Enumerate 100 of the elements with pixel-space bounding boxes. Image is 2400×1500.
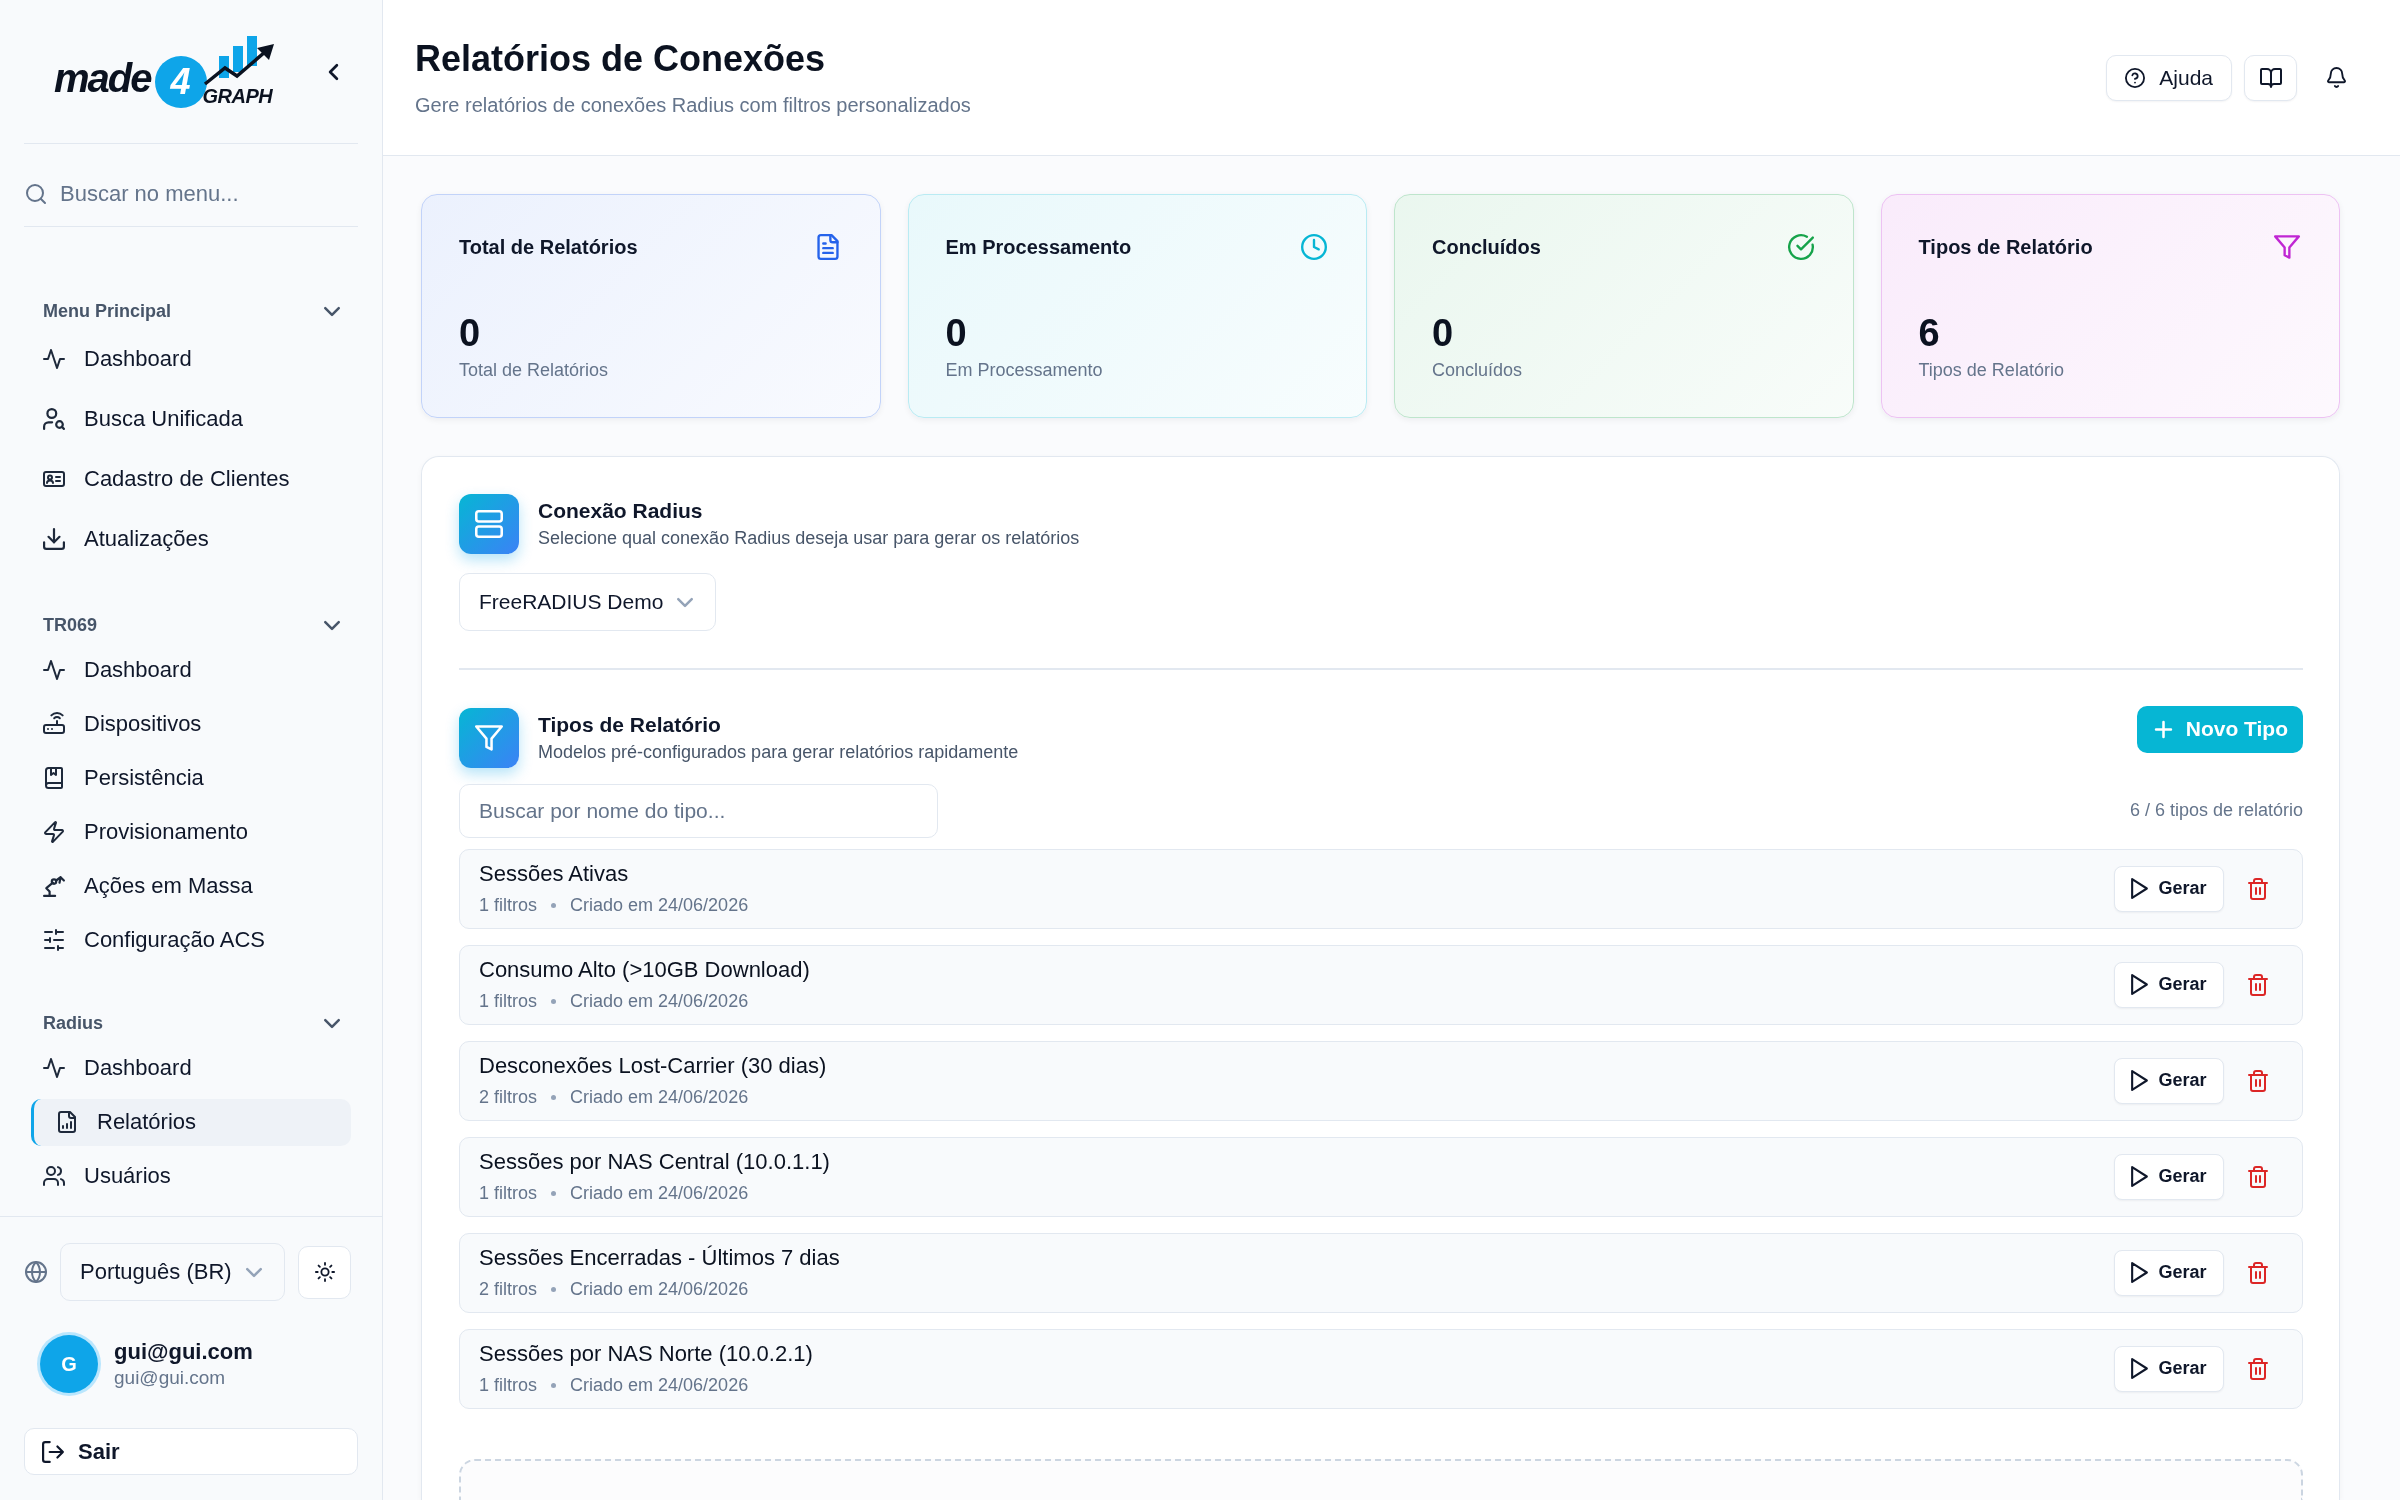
stat-caption: Concluídos: [1432, 359, 1524, 382]
menu-item[interactable]: Cadastro de Clientes: [31, 455, 351, 503]
menu-item[interactable]: Relatórios: [31, 1098, 351, 1146]
sun-icon: [314, 1262, 335, 1282]
filter-count: 2 filtros: [479, 1278, 538, 1301]
page-title: Relatórios de Conexões: [415, 36, 827, 81]
filter-count: 1 filtros: [479, 1374, 538, 1397]
section-subtitle: Modelos pré-configurados para gerar relatórios rapidamente: [538, 740, 1019, 764]
download-icon: [43, 528, 65, 550]
plus-icon: [2154, 720, 2172, 738]
menu-item[interactable]: Dashboard: [31, 335, 351, 383]
section-title: Tipos de Relatório: [538, 711, 722, 738]
user-search-icon: [43, 408, 65, 430]
play-icon: [2131, 1262, 2149, 1283]
generate-button[interactable]: Gerar: [2114, 865, 2224, 912]
menu-item[interactable]: Dispositivos: [31, 700, 351, 748]
generate-button[interactable]: Gerar: [2114, 1345, 2224, 1392]
play-icon: [2131, 1166, 2149, 1187]
lightning-icon: [43, 821, 65, 843]
menu-group-header[interactable]: Radius: [24, 1005, 358, 1041]
stat-value: 0: [1432, 311, 1455, 355]
type-search-field[interactable]: Buscar por nome do tipo...: [459, 783, 938, 838]
router-icon: [43, 713, 65, 735]
user-name: gui@gui.com: [114, 1338, 253, 1366]
trash-icon: [2248, 877, 2268, 900]
language-select[interactable]: Português (BR): [60, 1243, 285, 1301]
menu-group-header[interactable]: TR069: [24, 607, 358, 643]
help-icon: [2125, 67, 2146, 88]
stat-value: 0: [459, 311, 482, 355]
logout-icon: [42, 1440, 64, 1463]
delete-button[interactable]: [2248, 877, 2268, 900]
trash-icon: [2248, 1069, 2268, 1092]
menu-item[interactable]: Configuração ACS: [31, 916, 351, 964]
stat-value: 0: [945, 311, 968, 355]
stat-title: Em Processamento: [945, 235, 1132, 260]
play-icon: [2131, 974, 2149, 995]
stat-title: Tipos de Relatório: [1918, 235, 2093, 260]
separator-dot-icon: [551, 1286, 557, 1292]
menu-search-field[interactable]: Buscar no menu...: [60, 181, 320, 207]
search-icon: [26, 184, 46, 204]
menu-item[interactable]: Atualizações: [31, 515, 351, 563]
created-date: Criado em 24/06/2026: [570, 990, 749, 1013]
trash-icon: [2248, 1357, 2268, 1380]
server-tile-icon: [459, 494, 519, 554]
report-type-name: Sessões Ativas: [479, 860, 630, 888]
report-type-name: Sessões por NAS Norte (10.0.2.1): [479, 1340, 814, 1368]
play-icon: [2131, 1358, 2149, 1379]
stat-title: Total de Relatórios: [459, 235, 638, 260]
section-title: Conexão Radius: [538, 498, 704, 524]
menu-item[interactable]: Dashboard: [31, 646, 351, 694]
play-icon: [2131, 1070, 2149, 1091]
user-avatar: G: [40, 1335, 98, 1393]
menu-item[interactable]: Usuários: [31, 1152, 351, 1200]
separator-dot-icon: [551, 1094, 557, 1100]
created-date: Criado em 24/06/2026: [570, 1182, 749, 1205]
generate-button[interactable]: Gerar: [2114, 1057, 2224, 1104]
trash-icon: [2248, 973, 2268, 996]
menu-item[interactable]: Busca Unificada: [31, 395, 351, 443]
type-count: 6 / 6 tipos de relatório: [2129, 800, 2303, 821]
separator-dot-icon: [551, 1382, 557, 1388]
trash-icon: [2248, 1261, 2268, 1284]
funnel-tile-icon: [459, 707, 519, 768]
user-email: gui@gui.com: [114, 1366, 227, 1390]
connection-select[interactable]: FreeRADIUS Demo: [459, 573, 716, 631]
delete-button[interactable]: [2248, 1069, 2268, 1092]
bookmark-book-icon: [43, 767, 65, 789]
delete-button[interactable]: [2248, 1261, 2268, 1284]
menu-item[interactable]: Provisionamento: [31, 808, 351, 856]
delete-button[interactable]: [2248, 973, 2268, 996]
generate-button[interactable]: Gerar: [2114, 961, 2224, 1008]
play-icon: [2131, 878, 2149, 899]
filter-count: 2 filtros: [479, 1086, 538, 1109]
generate-button[interactable]: Gerar: [2114, 1249, 2224, 1296]
pulse-line-icon: [43, 1057, 65, 1079]
bell-icon: [2326, 67, 2346, 88]
help-button[interactable]: Ajuda: [2106, 54, 2232, 101]
generate-button[interactable]: Gerar: [2114, 1153, 2224, 1200]
docs-button[interactable]: [2244, 54, 2297, 101]
menu-item[interactable]: Ações em Massa: [31, 862, 351, 910]
chevron-down-icon: [246, 1267, 262, 1277]
robot-arm-icon: [43, 875, 65, 897]
menu-group-header[interactable]: Menu Principal: [24, 293, 358, 329]
logout-button[interactable]: Sair: [24, 1428, 358, 1475]
delete-button[interactable]: [2248, 1357, 2268, 1380]
stat-caption: Total de Relatórios: [459, 359, 610, 382]
chevron-left-icon: [329, 63, 338, 80]
chevron-down-icon: [677, 597, 694, 607]
section-subtitle: Selecione qual conexão Radius deseja usar para gerar os relatórios: [538, 527, 1080, 550]
theme-toggle-button[interactable]: [298, 1245, 351, 1299]
report-type-name: Sessões Encerradas - Últimos 7 dias: [479, 1244, 841, 1272]
menu-item[interactable]: Dashboard: [31, 1044, 351, 1092]
stat-title: Concluídos: [1432, 235, 1541, 260]
delete-button[interactable]: [2248, 1165, 2268, 1188]
menu-item[interactable]: Persistência: [31, 754, 351, 802]
stat-caption: Em Processamento: [945, 359, 1104, 382]
pulse-line-icon: [43, 659, 65, 681]
report-type-name: Consumo Alto (>10GB Download): [479, 956, 811, 984]
users-icon: [43, 1165, 65, 1187]
created-date: Criado em 24/06/2026: [570, 894, 749, 917]
created-date: Criado em 24/06/2026: [570, 1278, 749, 1301]
